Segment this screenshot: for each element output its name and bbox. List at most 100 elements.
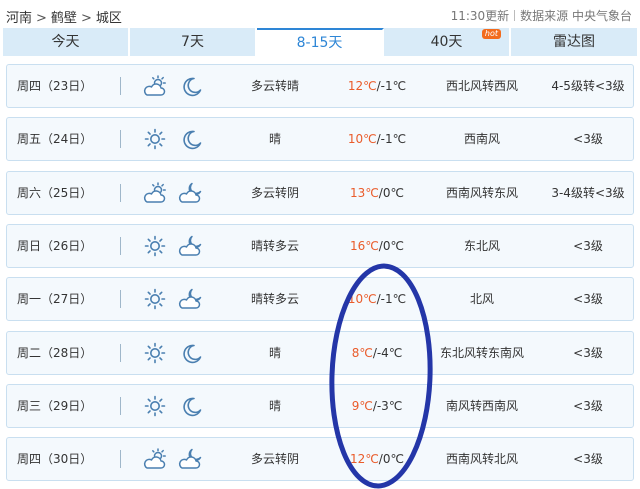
forecast-row[interactable]: 周四（23日） 多云转晴 12℃/-1℃ 西北风转西风 4-5级转<3级 — [6, 64, 634, 108]
high-temp: 12℃ — [347, 79, 377, 93]
weather-icons — [142, 385, 212, 427]
tab-8-15-days[interactable]: 8-15天 — [257, 28, 384, 56]
forecast-row[interactable]: 周四（30日） 多云转阴 12℃/0℃ 西南风转北风 <3级 — [6, 437, 634, 482]
weather-description: 多云转阴 — [250, 452, 299, 467]
tab-40-days[interactable]: 40天 hot — [384, 28, 511, 56]
temperature-range: 8℃/-4℃ — [327, 332, 427, 374]
update-meta: 11:30更新 数据来源 中央气象台 — [451, 7, 632, 24]
breadcrumb-province[interactable]: 河南 — [6, 11, 32, 26]
hot-badge: hot — [481, 29, 501, 39]
low-temp: /0℃ — [378, 185, 404, 200]
data-source: 数据来源 中央气象台 — [520, 9, 632, 23]
column-divider — [120, 130, 121, 149]
tab-label: 雷达图 — [553, 34, 595, 50]
tab-label: 8-15天 — [296, 35, 343, 51]
cloudy-moon-icon — [178, 288, 202, 309]
low-temp: /-4℃ — [372, 345, 403, 360]
weather-description: 晴转多云 — [250, 238, 299, 253]
low-temp: /-1℃ — [376, 132, 407, 147]
tab-label: 7天 — [181, 34, 204, 50]
day-label: 周五（24日） — [17, 132, 93, 147]
breadcrumb-city[interactable]: 鹤壁 — [51, 11, 77, 26]
breadcrumb: 河南 > 鹤壁 > 城区 — [6, 7, 122, 26]
update-time: 11:30更新 — [450, 9, 510, 23]
tab-label: 40天 — [430, 34, 463, 50]
wind-level: <3级 — [573, 398, 603, 413]
column-divider — [120, 183, 121, 202]
sun-icon — [144, 342, 166, 363]
wind-level: <3级 — [573, 345, 603, 360]
weather-description: 多云转阴 — [250, 185, 299, 200]
weather-description: 晴 — [268, 345, 281, 360]
day-label: 周四（30日） — [17, 452, 93, 467]
wind-direction: 东北风转东南风 — [439, 345, 524, 360]
wind-direction: 西北风转西风 — [445, 79, 518, 93]
weather-icons — [142, 65, 212, 107]
low-temp: /-3℃ — [372, 398, 403, 413]
breadcrumb-separator: > — [80, 11, 92, 26]
moon-icon — [183, 344, 202, 363]
wind-level: <3级 — [573, 452, 603, 467]
tab-label: 今天 — [51, 34, 80, 50]
column-divider — [120, 236, 121, 255]
weather-description: 多云转晴 — [250, 79, 299, 93]
column-divider — [120, 450, 121, 469]
sun-icon — [144, 128, 166, 150]
weather-icons — [142, 438, 212, 480]
cloudy-sun-icon — [143, 181, 166, 203]
weather-description: 晴 — [268, 132, 281, 147]
day-label: 周四（23日） — [17, 79, 93, 93]
temperature-range: 10℃/-1℃ — [327, 118, 427, 160]
high-temp: 8℃ — [351, 345, 373, 360]
temperature-range: 9℃/-3℃ — [327, 385, 427, 427]
day-label: 周六（25日） — [17, 185, 93, 200]
temperature-range: 12℃/-1℃ — [327, 65, 427, 107]
weather-description: 晴 — [268, 398, 281, 413]
high-temp: 10℃ — [347, 132, 377, 147]
cloudy-moon-icon — [178, 235, 202, 256]
temperature-range: 16℃/0℃ — [327, 225, 427, 267]
forecast-row[interactable]: 周五（24日） 晴 10℃/-1℃ 西南风 <3级 — [6, 117, 634, 162]
forecast-row[interactable]: 周一（27日） 晴转多云 10℃/-1℃ 北风 <3级 — [6, 277, 634, 322]
low-temp: /0℃ — [378, 452, 404, 467]
sun-icon — [144, 288, 166, 310]
cloudy-moon-icon — [178, 182, 202, 203]
column-divider — [120, 290, 121, 309]
day-label: 周日（26日） — [17, 238, 93, 253]
weather-icons — [142, 172, 212, 214]
forecast-row[interactable]: 周六（25日） 多云转阴 13℃/0℃ 西南风转东风 3-4级转<3级 — [6, 170, 634, 215]
wind-level: <3级 — [573, 132, 603, 147]
low-temp: /-1℃ — [376, 79, 407, 93]
temperature-range: 13℃/0℃ — [327, 172, 427, 214]
sun-icon — [144, 395, 166, 417]
breadcrumb-separator: > — [36, 11, 47, 26]
sun-icon — [144, 235, 166, 257]
wind-direction: 南风转西南风 — [445, 398, 518, 413]
wind-level: <3级 — [573, 238, 603, 253]
wind-direction: 西南风 — [463, 132, 500, 147]
high-temp: 12℃ — [350, 452, 379, 467]
weather-description: 晴转多云 — [250, 292, 299, 307]
temperature-range: 10℃/-1℃ — [327, 278, 427, 320]
high-temp: 10℃ — [347, 292, 377, 307]
moon-icon — [183, 397, 202, 416]
cloudy-sun-icon — [143, 75, 166, 96]
column-divider — [120, 77, 121, 95]
moon-icon — [183, 77, 202, 97]
wind-direction: 北风 — [469, 292, 494, 307]
wind-level: 4-5级转<3级 — [551, 79, 625, 93]
tab-7-days[interactable]: 7天 — [130, 28, 257, 56]
breadcrumb-district[interactable]: 城区 — [96, 11, 122, 26]
cloudy-sun-icon — [143, 448, 166, 469]
weather-icons — [142, 225, 212, 267]
forecast-row[interactable]: 周日（26日） 晴转多云 16℃/0℃ 东北风 <3级 — [6, 223, 634, 268]
forecast-row[interactable]: 周二（28日） 晴 8℃/-4℃ 东北风转东南风 <3级 — [6, 330, 634, 375]
tab-today[interactable]: 今天 — [3, 28, 130, 56]
weather-icons — [142, 332, 212, 374]
moon-icon — [183, 130, 202, 150]
column-divider — [120, 343, 121, 362]
tab-radar[interactable]: 雷达图 — [511, 28, 637, 56]
forecast-row[interactable]: 周三（29日） 晴 9℃/-3℃ 南风转西南风 <3级 — [6, 383, 634, 428]
high-temp: 9℃ — [351, 398, 373, 413]
wind-direction: 东北风 — [463, 238, 500, 253]
